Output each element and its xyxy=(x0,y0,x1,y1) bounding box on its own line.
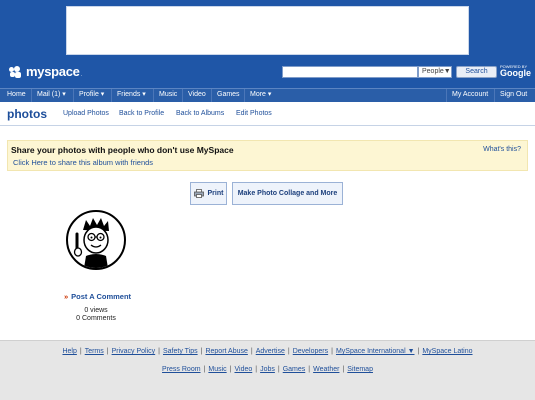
nav-divider xyxy=(31,89,32,102)
print-button[interactable]: Print xyxy=(190,182,227,205)
footer-link-press-room[interactable]: Press Room xyxy=(162,366,201,373)
footer-link-latino[interactable]: MySpace Latino xyxy=(422,348,472,355)
myspace-logo[interactable]: myspace . xyxy=(9,64,82,79)
back-to-albums-link[interactable]: Back to Albums xyxy=(176,110,224,117)
footer-link-safety[interactable]: Safety Tips xyxy=(163,348,198,355)
nav-more[interactable]: More ▾ xyxy=(250,89,271,102)
footer-link-jobs[interactable]: Jobs xyxy=(260,366,275,373)
search-scope-select[interactable]: People▼ xyxy=(418,66,452,78)
share-album-link[interactable]: Click Here to share this album with frie… xyxy=(13,158,153,167)
footer-link-developers[interactable]: Developers xyxy=(293,348,328,355)
google-logo: Google xyxy=(500,68,531,78)
footer-link-weather[interactable]: Weather xyxy=(313,366,339,373)
nav-profile[interactable]: Profile ▾ xyxy=(79,89,104,102)
photo-collage-label: Make Photo Collage and More xyxy=(237,190,338,197)
people-logo-icon xyxy=(9,65,24,78)
share-banner: Share your photos with people who don't … xyxy=(7,140,528,171)
search-input[interactable] xyxy=(282,66,418,78)
nav-friends[interactable]: Friends ▾ xyxy=(117,89,146,102)
nav-divider xyxy=(153,89,154,102)
footer: Help | Terms | Privacy Policy | Safety Tips | Re… xyxy=(0,340,535,400)
edit-photos-link[interactable]: Edit Photos xyxy=(236,110,272,117)
nav-divider xyxy=(446,89,447,102)
search-button[interactable]: Search xyxy=(456,66,497,78)
nav-divider xyxy=(211,89,212,102)
footer-link-games[interactable]: Games xyxy=(283,366,306,373)
nav-games[interactable]: Games xyxy=(217,89,240,102)
nav-video[interactable]: Video xyxy=(188,89,206,102)
back-to-profile-link[interactable]: Back to Profile xyxy=(119,110,164,117)
views-count: 0 views xyxy=(84,307,108,314)
nav-divider xyxy=(182,89,183,102)
powered-by-google: POWERED BY Google xyxy=(500,64,531,78)
main-nav: Home Mail (1) ▾ Profile ▾ Friends ▾ Musi… xyxy=(0,88,535,102)
print-label: Print xyxy=(207,190,224,197)
nav-home[interactable]: Home xyxy=(7,89,26,102)
ad-banner[interactable] xyxy=(66,6,469,55)
page-title: photos xyxy=(7,107,47,121)
nav-divider xyxy=(244,89,245,102)
footer-link-sitemap[interactable]: Sitemap xyxy=(347,366,373,373)
upload-photos-link[interactable]: Upload Photos xyxy=(63,110,109,117)
post-comment-label: Post A Comment xyxy=(71,292,132,301)
nav-music[interactable]: Music xyxy=(159,89,177,102)
nav-divider xyxy=(494,89,495,102)
photos-subnav: photos Upload Photos Back to Profile Bac… xyxy=(0,102,535,126)
footer-link-video[interactable]: Video xyxy=(234,366,252,373)
share-title: Share your photos with people who don't … xyxy=(11,145,234,155)
footer-link-privacy[interactable]: Privacy Policy xyxy=(112,348,156,355)
nav-divider xyxy=(73,89,74,102)
footer-link-terms[interactable]: Terms xyxy=(85,348,104,355)
footer-links-primary: Help | Terms | Privacy Policy | Safety Tips | Re… xyxy=(62,348,473,355)
post-comment-link[interactable]: » Post A Comment xyxy=(64,292,131,301)
footer-link-help[interactable]: Help xyxy=(62,348,76,355)
printer-icon xyxy=(193,189,204,198)
logo-text: myspace xyxy=(26,64,80,79)
footer-links-secondary: Press Room | Music | Video | Jobs | Games | Weathe… xyxy=(162,366,373,373)
nav-sign-out[interactable]: Sign Out xyxy=(500,89,527,102)
nav-divider xyxy=(111,89,112,102)
footer-link-report-abuse[interactable]: Report Abuse xyxy=(205,348,247,355)
nav-my-account[interactable]: My Account xyxy=(452,89,488,102)
comments-count: 0 Comments xyxy=(76,315,116,322)
album-photo[interactable] xyxy=(66,210,126,270)
footer-link-international[interactable]: MySpace International ▼ xyxy=(336,348,415,355)
arrow-icon: » xyxy=(64,292,69,301)
photo-collage-button[interactable]: Make Photo Collage and More xyxy=(232,182,343,205)
footer-link-advertise[interactable]: Advertise xyxy=(256,348,285,355)
cartoon-face-icon xyxy=(73,218,109,268)
logo-tm: . xyxy=(80,71,82,78)
whats-this-link[interactable]: What's this? xyxy=(483,146,521,153)
nav-mail[interactable]: Mail (1) ▾ xyxy=(37,89,66,102)
footer-link-music[interactable]: Music xyxy=(208,366,226,373)
